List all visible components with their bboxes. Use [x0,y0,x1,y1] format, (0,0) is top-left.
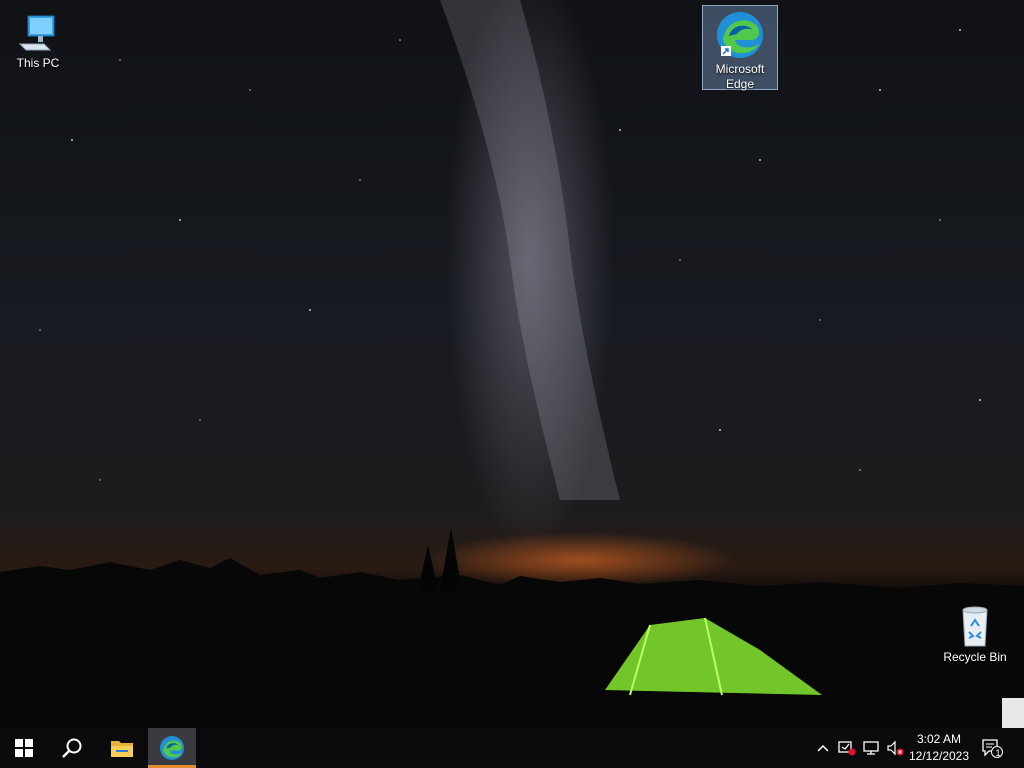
desktop-icon-microsoft-edge[interactable]: Microsoft Edge [702,5,778,91]
tray-overflow-button[interactable] [812,728,834,768]
partial-window-edge[interactable] [1002,698,1024,728]
clock-time: 3:02 AM [916,732,962,746]
wallpaper [0,0,1024,728]
tray-security[interactable] [836,728,858,768]
clock-date: 12/12/2023 [908,749,970,763]
desktop-icon-label: This PC [16,56,60,70]
volume-muted-icon [887,740,904,756]
tray-volume[interactable] [884,728,906,768]
recycle-bin-icon [962,606,988,647]
search-icon [62,738,82,758]
desktop-icon-label: Microsoft Edge [715,62,765,91]
network-icon [863,741,879,755]
search-button[interactable] [48,728,96,768]
tray-clock[interactable]: 3:02 AM 12/12/2023 [906,728,972,768]
taskbar-microsoft-edge[interactable] [148,728,196,768]
edge-icon [717,12,763,58]
this-pc-icon [18,15,55,51]
start-button[interactable] [0,728,48,768]
edge-icon [160,736,184,760]
desktop[interactable]: This PC Microsoft Edge Recycle Bin [0,0,1024,728]
security-alert-icon [838,741,856,756]
notification-count: 1 [995,748,1001,758]
chevron-up-icon [817,744,829,752]
taskbar-file-explorer[interactable] [98,728,146,768]
windows-start-icon [15,739,33,757]
desktop-icon-label: Recycle Bin [943,650,1007,664]
action-center-button[interactable]: 1 [980,728,1004,768]
taskbar: 3:02 AM 12/12/2023 1 [0,728,1024,768]
desktop-icon-this-pc[interactable]: This PC [0,6,76,71]
file-explorer-icon [111,741,133,757]
tray-network[interactable] [860,728,882,768]
desktop-icon-recycle-bin[interactable]: Recycle Bin [937,600,1013,665]
